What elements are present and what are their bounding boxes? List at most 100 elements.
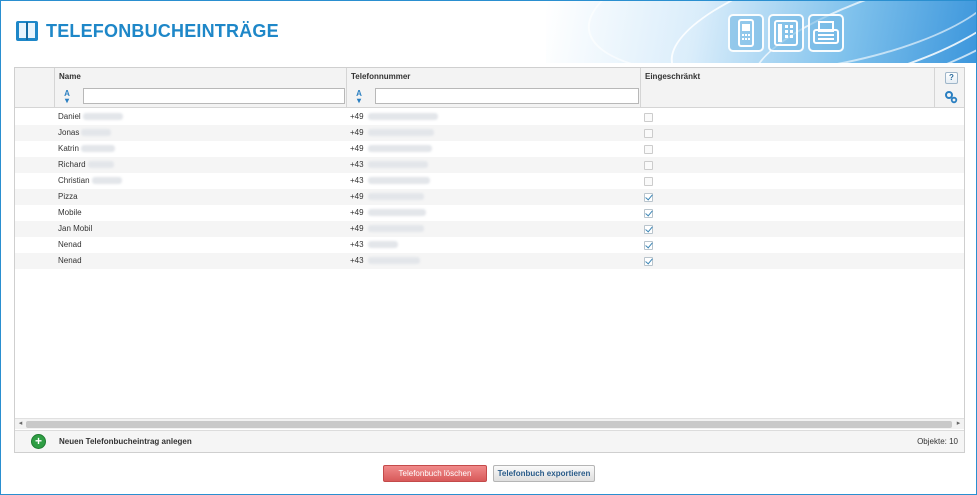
phone-text: +43 (350, 176, 364, 185)
name-cell: Nenad (58, 253, 82, 269)
name-text: Daniel (58, 112, 81, 121)
phone-cell: +43 (350, 237, 398, 253)
redacted-text (367, 241, 398, 249)
phone-cell: +43 (350, 173, 430, 189)
scroll-left-icon[interactable]: ◂ (15, 419, 26, 429)
table-row[interactable]: Daniel +49 (15, 109, 964, 125)
redacted-text (367, 209, 426, 217)
restricted-checkbox[interactable] (644, 145, 653, 154)
phone-text: +49 (350, 224, 364, 233)
phone-text: +49 (350, 128, 364, 137)
name-text: Pizza (58, 192, 78, 201)
sort-icon[interactable]: A ▾ (352, 90, 366, 105)
restricted-checkbox[interactable] (644, 257, 653, 266)
phone-text: +43 (350, 240, 364, 249)
mobile-phone-icon (728, 14, 764, 52)
name-cell: Christian (58, 173, 122, 189)
app-window: TELEFONBUCHEINTRÄGE Name A ▾ Telefonnumm… (0, 0, 977, 495)
phone-cell: +43 (350, 253, 420, 269)
table-row[interactable]: Pizza +49 (15, 189, 964, 205)
scroll-thumb[interactable] (26, 421, 952, 428)
redacted-text (367, 113, 438, 121)
column-name[interactable]: Name A ▾ (54, 68, 346, 108)
name-cell: Katrin (58, 141, 115, 157)
book-icon (15, 19, 39, 43)
phone-cell: +49 (350, 189, 424, 205)
phone-cell: +49 (350, 125, 434, 141)
redacted-text (367, 193, 424, 201)
phone-text: +49 (350, 112, 364, 121)
column-name-label: Name (59, 72, 81, 81)
table-footer: + Neuen Telefonbucheintrag anlegen Objek… (15, 430, 964, 452)
name-text: Christian (58, 176, 90, 185)
redacted-text (81, 129, 112, 137)
phone-cell: +49 (350, 109, 438, 125)
table-row[interactable]: Mobile +49 (15, 205, 964, 221)
column-restricted[interactable]: Eingeschränkt (640, 68, 934, 108)
redacted-text (367, 177, 430, 185)
name-text: Nenad (58, 256, 82, 265)
table-row[interactable]: Jonas +49 (15, 125, 964, 141)
phone-text: +43 (350, 256, 364, 265)
name-text: Jonas (58, 128, 80, 137)
export-phonebook-button[interactable]: Telefonbuch exportieren (493, 465, 595, 482)
scroll-right-icon[interactable]: ▸ (953, 419, 964, 429)
fax-icon (808, 14, 844, 52)
sort-icon[interactable]: A ▾ (60, 90, 74, 105)
column-restricted-label: Eingeschränkt (645, 72, 701, 81)
column-phone[interactable]: Telefonnummer A ▾ (346, 68, 640, 108)
name-text: Richard (58, 160, 86, 169)
table-row[interactable]: Nenad +43 (15, 253, 964, 269)
table-header: Name A ▾ Telefonnummer A ▾ Eingeschränkt ? (15, 68, 964, 108)
restricted-checkbox[interactable] (644, 177, 653, 186)
phone-cell: +43 (350, 157, 428, 173)
phone-text: +49 (350, 192, 364, 201)
phone-text: +49 (350, 144, 364, 153)
name-text: Mobile (58, 208, 82, 217)
redacted-text (367, 129, 434, 137)
delete-phonebook-button[interactable]: Telefonbuch löschen (383, 465, 487, 482)
redacted-text (87, 161, 114, 169)
redacted-text (367, 161, 428, 169)
redacted-text (82, 113, 123, 121)
table-row[interactable]: Katrin +49 (15, 141, 964, 157)
phone-cell: +49 (350, 141, 432, 157)
restricted-checkbox[interactable] (644, 129, 653, 138)
redacted-text (367, 257, 420, 265)
page-header: TELEFONBUCHEINTRÄGE (1, 1, 976, 126)
page-title: TELEFONBUCHEINTRÄGE (46, 20, 279, 41)
add-icon[interactable]: + (31, 434, 46, 449)
restricted-checkbox[interactable] (644, 161, 653, 170)
table-row[interactable]: Nenad +43 (15, 237, 964, 253)
redacted-text (367, 145, 432, 153)
add-entry-link[interactable]: Neuen Telefonbucheintrag anlegen (59, 437, 192, 446)
table-row[interactable]: Richard +43 (15, 157, 964, 173)
settings-gear-icon[interactable] (944, 90, 958, 104)
object-count: Objekte: 10 (917, 437, 958, 446)
name-cell: Richard (58, 157, 114, 173)
restricted-checkbox[interactable] (644, 193, 653, 202)
phonebook-table: Name A ▾ Telefonnummer A ▾ Eingeschränkt ? (14, 67, 965, 453)
name-cell: Jonas (58, 125, 112, 141)
name-text: Nenad (58, 240, 82, 249)
phone-cell: +49 (350, 205, 426, 221)
name-text: Katrin (58, 144, 79, 153)
restricted-checkbox[interactable] (644, 209, 653, 218)
horizontal-scrollbar[interactable]: ◂ ▸ (15, 418, 964, 429)
name-cell: Daniel (58, 109, 123, 125)
phone-cell: +49 (350, 221, 424, 237)
name-filter-input[interactable] (83, 88, 345, 104)
column-phone-label: Telefonnummer (351, 72, 411, 81)
redacted-text (91, 177, 122, 185)
help-button[interactable]: ? (945, 72, 958, 84)
table-row[interactable]: Christian +43 (15, 173, 964, 189)
name-cell: Jan Mobil (58, 221, 92, 237)
restricted-checkbox[interactable] (644, 113, 653, 122)
phone-text: +43 (350, 160, 364, 169)
restricted-checkbox[interactable] (644, 241, 653, 250)
phone-filter-input[interactable] (375, 88, 639, 104)
name-text: Jan Mobil (58, 224, 93, 233)
table-row[interactable]: Jan Mobil +49 (15, 221, 964, 237)
restricted-checkbox[interactable] (644, 225, 653, 234)
name-cell: Pizza (58, 189, 78, 205)
